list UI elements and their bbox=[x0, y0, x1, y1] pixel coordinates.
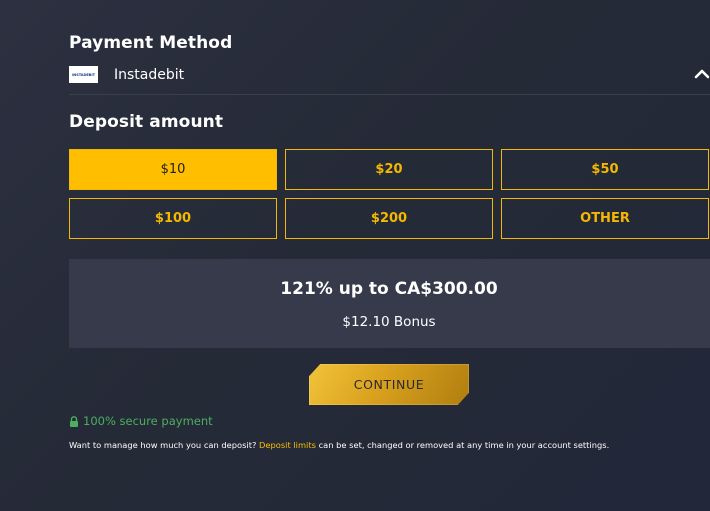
amount-option-10[interactable]: $10 bbox=[69, 149, 277, 190]
bonus-panel: 121% up to CA$300.00 $12.10 Bonus bbox=[69, 259, 710, 348]
amount-option-other[interactable]: OTHER bbox=[501, 198, 709, 239]
secure-payment-text: 100% secure payment bbox=[83, 414, 213, 428]
payment-method-title: Payment Method bbox=[69, 33, 233, 53]
deposit-limits-link[interactable]: Deposit limits bbox=[259, 440, 316, 450]
note-text-before: Want to manage how much you can deposit? bbox=[69, 440, 260, 450]
amount-option-50[interactable]: $50 bbox=[501, 149, 709, 190]
amount-option-100[interactable]: $100 bbox=[69, 198, 277, 239]
amount-option-20[interactable]: $20 bbox=[285, 149, 493, 190]
instadebit-logo-text: INSTADEBIT bbox=[72, 72, 95, 77]
lock-icon bbox=[70, 415, 78, 427]
chevron-up-icon[interactable] bbox=[694, 68, 710, 80]
bonus-amount: $12.10 Bonus bbox=[342, 314, 436, 330]
instadebit-logo: INSTADEBIT bbox=[69, 66, 98, 83]
amount-option-200[interactable]: $200 bbox=[285, 198, 493, 239]
deposit-limits-note: Want to manage how much you can deposit?… bbox=[69, 440, 710, 450]
deposit-page: Payment Method INSTADEBIT Instadebit Dep… bbox=[69, 0, 710, 511]
continue-button[interactable]: CONTINUE bbox=[309, 364, 469, 405]
payment-method-selector[interactable]: INSTADEBIT Instadebit bbox=[69, 62, 710, 95]
payment-method-name: Instadebit bbox=[114, 67, 185, 83]
deposit-amount-title: Deposit amount bbox=[69, 112, 224, 132]
note-text-after: can be set, changed or removed at any ti… bbox=[315, 440, 610, 450]
secure-payment-badge: 100% secure payment bbox=[69, 414, 213, 428]
bonus-headline: 121% up to CA$300.00 bbox=[280, 279, 498, 299]
